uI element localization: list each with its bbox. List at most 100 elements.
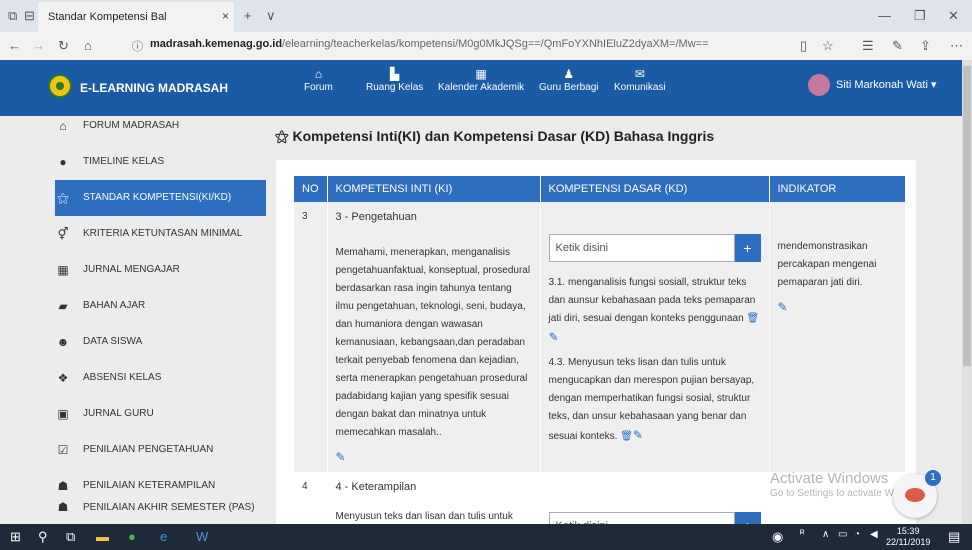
kd-item-text: 4.3. Menyusun teks lisan dan tulis untuk… — [548, 357, 755, 442]
home-icon[interactable]: ⌂ — [84, 38, 92, 53]
kd-item-text: 3.1. menganalisis fungsi sosiall, strukt… — [548, 277, 756, 324]
activate-windows-title: Activate Windows — [770, 470, 889, 487]
nav-forum[interactable]: ⌂ Forum — [304, 66, 333, 93]
user-menu[interactable]: Siti Markonah Wati ▾ — [808, 74, 937, 96]
nav-guru-berbagi[interactable]: ♟ Guru Berbagi — [539, 66, 598, 93]
url-path: /elearning/teacherkelas/kompetensi/M0g0M… — [282, 38, 709, 50]
volume-icon[interactable]: ◀ — [870, 529, 878, 540]
tab-menu-icon[interactable]: ∨ — [266, 8, 276, 24]
site-info-icon[interactable]: ⓘ — [132, 38, 143, 54]
delete-kd-icon[interactable]: 🗑 — [746, 313, 759, 324]
people-icon[interactable]: ᴿ — [800, 529, 805, 540]
chat-badge: 1 — [925, 470, 941, 486]
sidebar-item-data-siswa[interactable]: ☻ DATA SISWA — [55, 324, 266, 360]
favorites-icon[interactable]: ☰ — [862, 38, 874, 54]
delete-kd-icon[interactable]: 🗑 — [620, 431, 633, 442]
sidebar-item-jurnal-mengajar[interactable]: ▦ JURNAL MENGAJAR — [55, 252, 266, 288]
sidebar-item-label: JURNAL MENGAJAR — [83, 264, 180, 275]
checkbox-icon: ☑ — [57, 443, 69, 457]
edit-kd-pencil-icon[interactable]: ✎ — [549, 330, 559, 344]
brand-title[interactable]: E-LEARNING MADRASAH — [80, 81, 228, 95]
forward-icon[interactable]: → — [32, 38, 45, 53]
sidebar-item-standar-kompetensi[interactable]: ⚝ STANDAR KOMPETENSI(KI/KD) — [55, 180, 266, 216]
calendar-plus-icon: ▣ — [57, 407, 69, 421]
wifi-icon[interactable]: ◔ — [854, 529, 860, 540]
word-icon[interactable]: W — [196, 529, 208, 544]
sidebar-item-bahan-ajar[interactable]: ▰ BAHAN AJAR — [55, 288, 266, 324]
sidebar-item-penilaian-pengetahuan[interactable]: ☑ PENILAIAN PENGETAHUAN — [55, 432, 266, 468]
ki-description: Memahami, menerapkan, menganalisis penge… — [335, 247, 531, 438]
window-close-icon[interactable]: ✕ — [948, 8, 959, 24]
search-icon[interactable]: ⚲ — [38, 529, 48, 545]
ki-description: Menyusun teks dan lisan dan tulis untuk — [335, 511, 513, 522]
network-icon[interactable]: ◉ — [772, 529, 783, 545]
sidebar-item-timeline-kelas[interactable]: ● TIMELINE KELAS — [55, 144, 266, 180]
sidebar-item-label: PENILAIAN AKHIR SEMESTER (PAS) — [83, 502, 255, 513]
nav-ruang-kelas[interactable]: ▙ Ruang Kelas — [366, 66, 423, 93]
table-row: 3 3 - Pengetahuan Memahami, menerapkan, … — [294, 202, 906, 472]
clock-date: 22/11/2019 — [886, 537, 931, 547]
kd-input-group: Ketik disini + — [548, 512, 761, 524]
sidebar-item-kkm[interactable]: ⚥ KRITERIA KETUNTASAN MINIMAL — [55, 216, 266, 252]
sidebar-item-penilaian-keterampilan[interactable]: ☗ PENILAIAN KETERAMPILAN — [55, 468, 266, 504]
col-kd: KOMPETENSI DASAR (KD) — [540, 176, 770, 202]
notification-center-icon[interactable]: ▤ — [948, 529, 960, 545]
sidebar-item-label: PENILAIAN PENGETAHUAN — [83, 444, 214, 455]
refresh-icon[interactable]: ↻ — [58, 38, 69, 54]
share-icon[interactable]: ⇪ — [920, 38, 931, 54]
nav-komunikasi[interactable]: ✉ Komunikasi — [614, 66, 666, 93]
kd-input[interactable]: Ketik disini — [548, 234, 735, 262]
taskbar-clock[interactable]: 15:39 22/11/2019 — [886, 526, 930, 548]
nav-ruang-kelas-label: Ruang Kelas — [366, 82, 424, 93]
edit-kd-pencil-icon[interactable]: ✎ — [633, 428, 643, 442]
sidebar-item-label: BAHAN AJAR — [83, 300, 146, 311]
sidebar-item-label: PENILAIAN KETERAMPILAN — [83, 480, 216, 491]
back-icon[interactable]: ← — [8, 38, 21, 53]
task-view-icon[interactable]: ⧉ — [66, 529, 75, 545]
maximize-icon[interactable]: ❐ — [914, 8, 926, 24]
more-icon[interactable]: ⋯ — [950, 38, 963, 54]
url-field[interactable]: madrasah.kemenag.go.id/elearning/teacher… — [150, 38, 709, 50]
calendar-icon: ▦ — [57, 263, 69, 277]
github-icon: ● — [59, 155, 67, 169]
sidebar-item-forum-madrasah[interactable]: ⌂ FORUM MADRASAH — [55, 108, 266, 144]
home-icon: ⌂ — [59, 119, 67, 133]
kd-input[interactable]: Ketik disini — [548, 512, 735, 524]
favorite-star-icon[interactable]: ☆ — [822, 38, 834, 54]
new-tab-button[interactable]: + — [244, 8, 252, 23]
caret-down-icon: ▾ — [930, 78, 937, 91]
chrome-icon[interactable]: ● — [128, 529, 136, 544]
minimize-icon[interactable]: — — [878, 8, 891, 23]
file-explorer-icon[interactable]: ▬ — [96, 529, 109, 544]
wand-icon: ⚝ — [57, 191, 69, 205]
scrollbar-thumb[interactable] — [963, 66, 971, 366]
notes-icon[interactable]: ✎ — [892, 38, 903, 54]
page-title: ⚝ Kompetensi Inti(KI) dan Kompetensi Das… — [275, 128, 714, 145]
indikator-text: mendemonstrasikan percakapan mengenai pe… — [777, 241, 877, 288]
nav-kalender-akademik[interactable]: ▦ Kalender Akademik — [438, 66, 524, 93]
teacher-icon: ♟ — [563, 67, 575, 81]
tab-actions-icon[interactable]: ⧉ — [8, 8, 17, 24]
tab-close-icon[interactable]: × — [222, 9, 229, 23]
add-kd-button[interactable]: + — [734, 234, 761, 262]
battery-icon[interactable]: ▭ — [838, 529, 847, 540]
browser-tab[interactable]: Standar Kompetensi Bal × — [38, 2, 234, 32]
add-kd-button[interactable]: + — [734, 512, 761, 524]
sidebar-item-absensi-kelas[interactable]: ❖ ABSENSI KELAS — [55, 360, 266, 396]
sidebar-item-label: STANDAR KOMPETENSI(KI/KD) — [83, 192, 232, 203]
reading-view-icon[interactable]: ▯ — [800, 38, 807, 54]
col-indikator: INDIKATOR — [769, 176, 906, 202]
sidebar-item-jurnal-guru[interactable]: ▣ JURNAL GURU — [55, 396, 266, 432]
group-icon: ☗ — [57, 479, 69, 493]
nav-guru-label: Guru Berbagi — [539, 82, 599, 93]
set-aside-tabs-icon[interactable]: ⊟ — [24, 8, 35, 24]
ki-title: 3 - Pengetahuan — [335, 211, 417, 223]
edge-icon[interactable]: e — [160, 529, 167, 544]
sidebar-item-pas[interactable]: ☗ PENILAIAN AKHIR SEMESTER (PAS) — [55, 500, 266, 524]
windows-start-icon[interactable]: ⊞ — [10, 529, 21, 545]
classroom-icon: ▙ — [390, 67, 400, 81]
cell-no: 3 — [294, 202, 328, 472]
edit-indikator-pencil-icon[interactable]: ✎ — [778, 298, 898, 316]
edit-ki-pencil-icon[interactable]: ✎ — [336, 448, 532, 466]
tray-chevron-icon[interactable]: ∧ — [822, 529, 829, 540]
